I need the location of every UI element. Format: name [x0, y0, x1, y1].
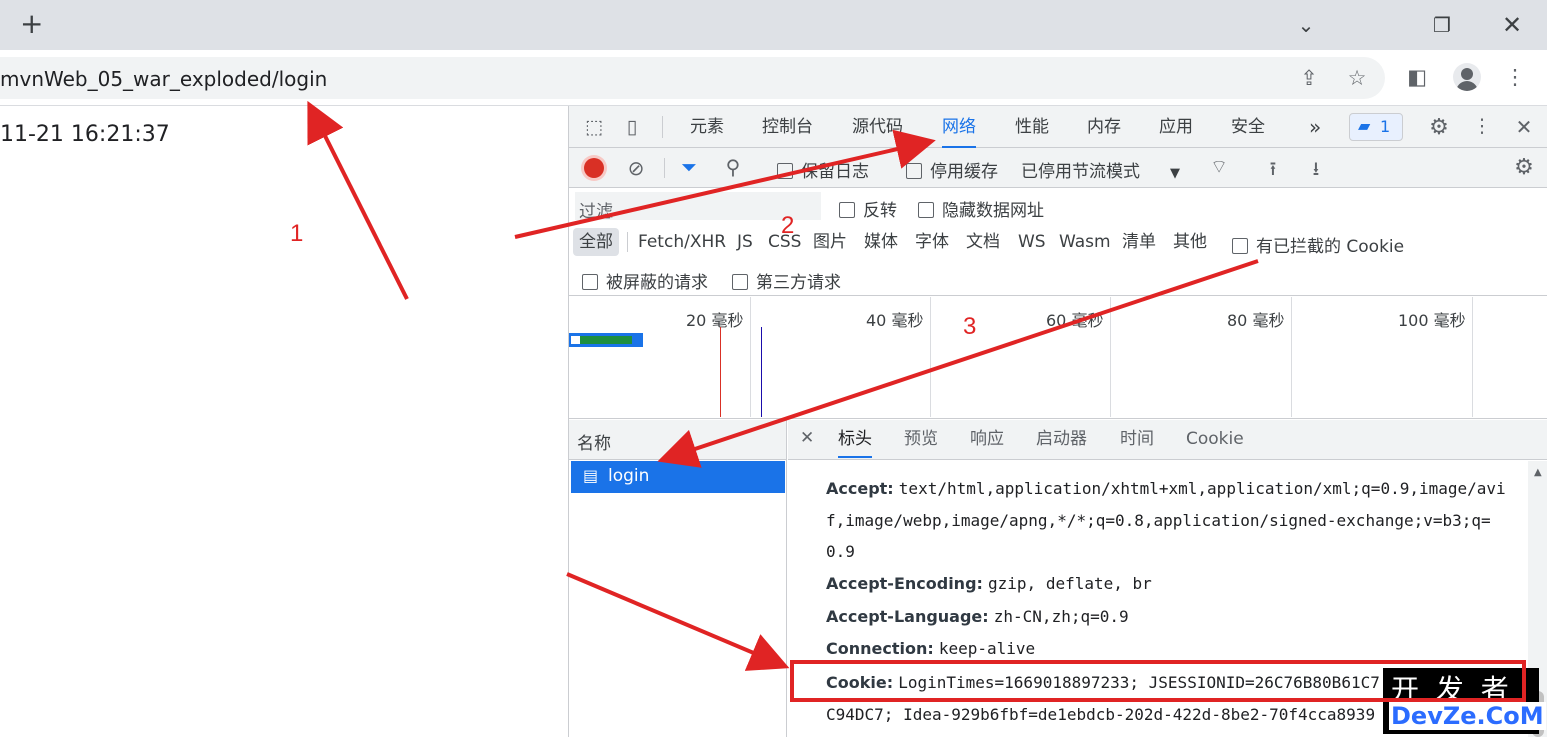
arrow-1 — [307, 100, 409, 300]
annotation-label-3: 3 — [963, 313, 977, 340]
arrow-3 — [657, 259, 1259, 468]
annotation-label-2: 2 — [781, 212, 795, 239]
annotation-overlay — [307, 100, 1526, 702]
arrow-4 — [566, 572, 790, 671]
arrow-2 — [514, 129, 936, 239]
annotation-label-1: 1 — [290, 220, 304, 247]
cookie-highlight-box — [790, 660, 1526, 702]
